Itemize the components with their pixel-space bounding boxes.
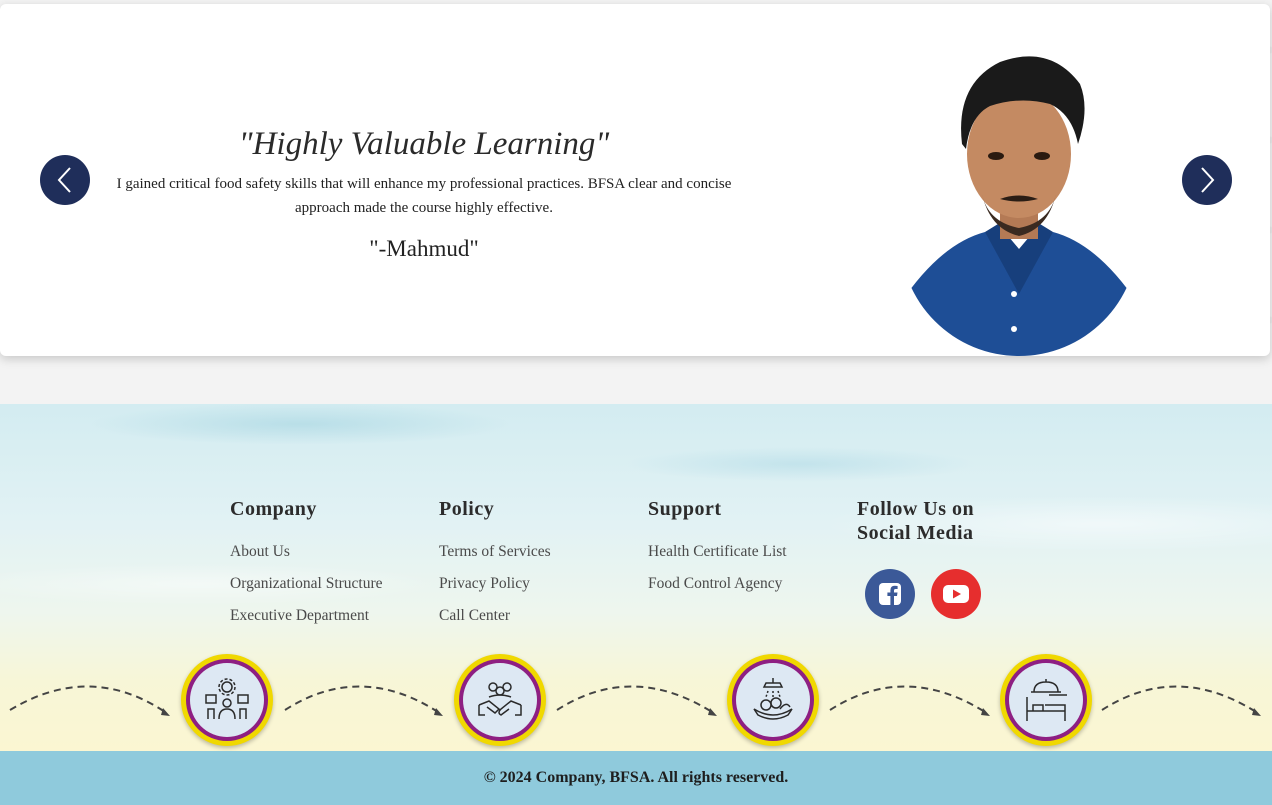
footer-link-food-control-agency[interactable]: Food Control Agency	[648, 568, 787, 600]
chevron-left-icon	[57, 167, 71, 193]
social-heading: Follow Us on Social Media	[857, 498, 975, 544]
footer-link-privacy-policy[interactable]: Privacy Policy	[439, 568, 551, 600]
testimonial-quote: "Highly Valuable Learning" I gained crit…	[90, 122, 758, 264]
footer-link-executive-department[interactable]: Executive Department	[230, 600, 383, 632]
chevron-right-icon	[1201, 167, 1215, 193]
facebook-icon	[879, 583, 901, 605]
hotel-service-icon	[1026, 679, 1067, 721]
partnership-handshake-icon	[478, 682, 522, 716]
social-links	[865, 569, 997, 619]
copyright-text: © 2024 Company, BFSA. All rights reserve…	[483, 769, 789, 786]
testimonial-card: "Highly Valuable Learning" I gained crit…	[0, 4, 1270, 356]
company-heading: Company	[230, 498, 317, 520]
step-badge-4	[1000, 654, 1092, 746]
footer-column-social: Follow Us on Social Media	[857, 497, 997, 619]
copyright-bar: © 2024 Company, BFSA. All rights reserve…	[0, 751, 1272, 805]
previous-slide-button[interactable]	[40, 155, 90, 205]
youtube-icon	[943, 585, 969, 603]
food-washing-icon	[753, 678, 793, 720]
footer-link-organizational-structure[interactable]: Organizational Structure	[230, 568, 383, 600]
process-steps	[0, 652, 1272, 751]
support-heading: Support	[648, 498, 722, 520]
step-badge-2	[454, 654, 546, 746]
site-footer: Company About Us Organizational Structur…	[0, 404, 1272, 751]
footer-column-company: Company About Us Organizational Structur…	[230, 497, 383, 632]
testimonial-author: "-Mahmud"	[369, 236, 479, 261]
footer-link-health-certificate-list[interactable]: Health Certificate List	[648, 536, 787, 568]
testimonial-title: "Highly Valuable Learning"	[238, 126, 610, 162]
testimonial-portrait	[900, 56, 1138, 356]
facebook-link[interactable]	[865, 569, 915, 619]
footer-column-policy: Policy Terms of Services Privacy Policy …	[439, 497, 551, 632]
policy-heading: Policy	[439, 498, 495, 520]
next-slide-button[interactable]	[1182, 155, 1232, 205]
footer-link-terms-of-services[interactable]: Terms of Services	[439, 536, 551, 568]
step-badge-3	[727, 654, 819, 746]
footer-link-about-us[interactable]: About Us	[230, 536, 383, 568]
step-badge-1	[181, 654, 273, 746]
team-management-icon	[205, 678, 249, 720]
footer-column-support: Support Health Certificate List Food Con…	[648, 497, 787, 600]
footer-link-call-center[interactable]: Call Center	[439, 600, 551, 632]
youtube-link[interactable]	[931, 569, 981, 619]
testimonial-text: I gained critical food safety skills tha…	[116, 176, 732, 216]
